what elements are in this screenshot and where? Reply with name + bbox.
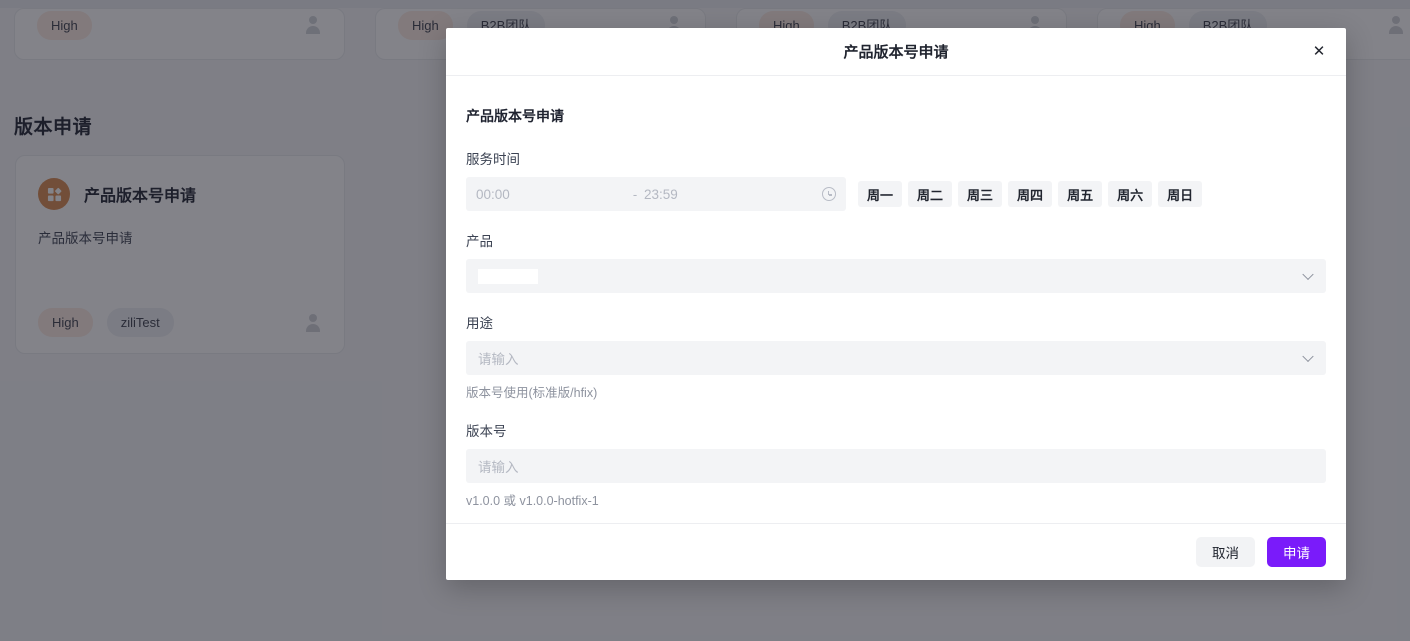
version-placeholder: 请输入	[478, 460, 519, 475]
weekday-button-sat[interactable]: 周六	[1108, 181, 1153, 207]
weekday-button-wed[interactable]: 周三	[958, 181, 1003, 207]
start-time-input[interactable]: 00:00	[476, 187, 626, 202]
cancel-button[interactable]: 取消	[1196, 537, 1255, 567]
field-usage: 用途 请输入 版本号使用(标准版/hfix)	[466, 312, 1326, 401]
field-product: 产品	[466, 230, 1326, 293]
service-time-label: 服务时间	[466, 152, 520, 167]
weekday-button-sun[interactable]: 周日	[1158, 181, 1203, 207]
product-value-redacted	[478, 268, 538, 284]
time-separator: -	[632, 186, 638, 202]
weekday-button-mon[interactable]: 周一	[858, 181, 903, 207]
weekday-button-tue[interactable]: 周二	[908, 181, 953, 207]
weekday-button-thu[interactable]: 周四	[1008, 181, 1053, 207]
service-time-row: 00:00 - 23:59 周一 周二 周三 周四 周五 周六 周日	[466, 177, 1326, 211]
chevron-down-icon	[1302, 268, 1314, 281]
close-icon[interactable]: ✕	[1308, 41, 1330, 63]
usage-placeholder: 请输入	[478, 352, 519, 367]
field-version: 版本号 请输入 v1.0.0 或 v1.0.0-hotfix-1	[466, 420, 1326, 509]
version-input[interactable]: 请输入	[466, 449, 1326, 483]
modal-footer: 取消 申请	[446, 523, 1346, 580]
modal-body: 产品版本号申请 服务时间 00:00 - 23:59 周一 周二 周三 周四 周…	[446, 76, 1346, 523]
product-select[interactable]	[466, 259, 1326, 293]
clock-icon	[822, 187, 836, 201]
modal-title: 产品版本号申请	[843, 44, 949, 61]
product-label: 产品	[466, 234, 493, 249]
field-service-time: 服务时间 00:00 - 23:59 周一 周二 周三 周四 周五 周六 周日	[466, 148, 1326, 211]
submit-button[interactable]: 申请	[1267, 537, 1326, 567]
version-label: 版本号	[466, 424, 507, 439]
form-heading: 产品版本号申请	[466, 108, 564, 124]
time-range-picker[interactable]: 00:00 - 23:59	[466, 177, 846, 211]
usage-label: 用途	[466, 316, 493, 331]
version-request-modal: 产品版本号申请 ✕ 产品版本号申请 服务时间 00:00 - 23:59 周一	[446, 28, 1346, 580]
usage-help-text: 版本号使用(标准版/hfix)	[466, 386, 598, 400]
modal-header: 产品版本号申请 ✕	[446, 28, 1346, 76]
chevron-down-icon	[1302, 350, 1314, 363]
version-help-text: v1.0.0 或 v1.0.0-hotfix-1	[466, 494, 599, 508]
end-time-input[interactable]: 23:59	[644, 187, 794, 202]
usage-select[interactable]: 请输入	[466, 341, 1326, 375]
app-root: High High B2B团队 High B2B团队	[0, 0, 1410, 641]
weekday-button-fri[interactable]: 周五	[1058, 181, 1103, 207]
weekday-button-group: 周一 周二 周三 周四 周五 周六 周日	[858, 181, 1203, 207]
